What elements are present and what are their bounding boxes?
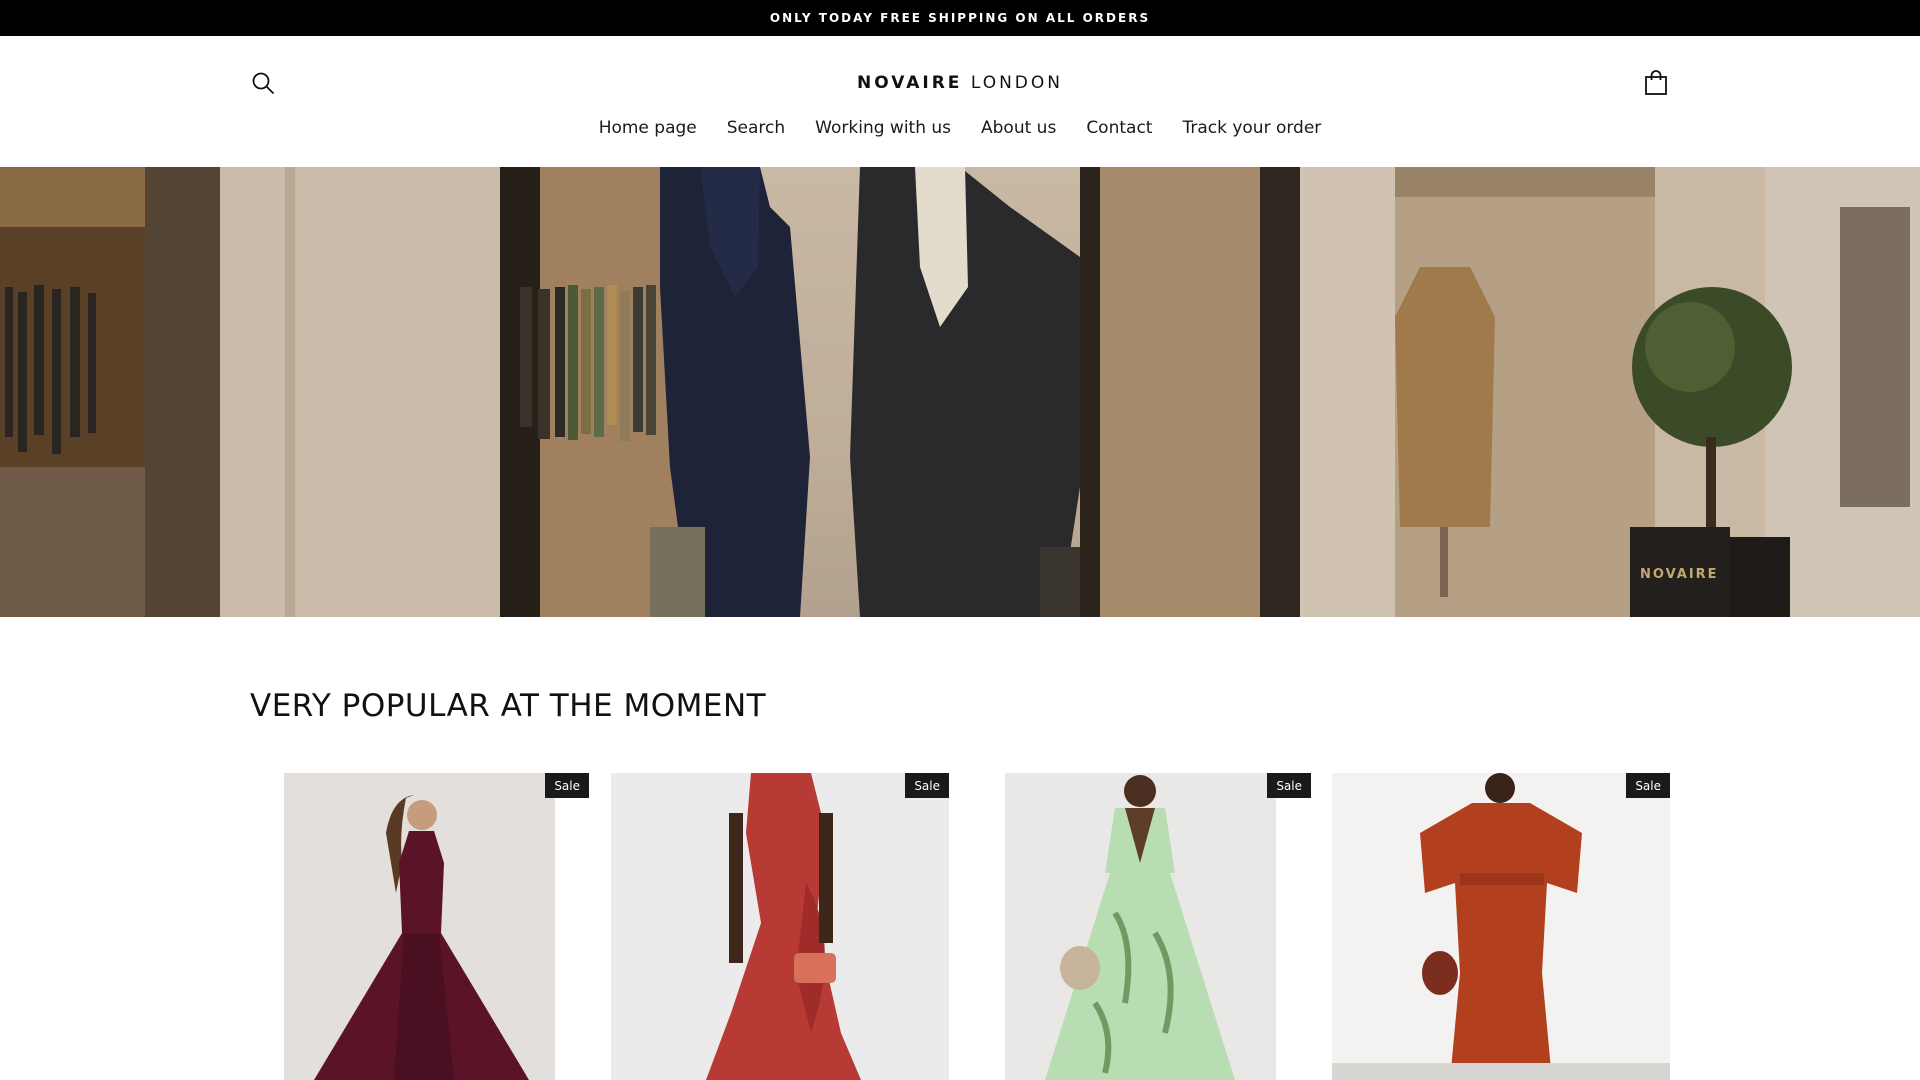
- hero-banner[interactable]: NOVAIRE: [0, 167, 1920, 617]
- product-image: [284, 773, 555, 1080]
- hero-image: [0, 167, 1920, 617]
- nav-contact[interactable]: Contact: [1086, 118, 1152, 138]
- cart-button[interactable]: [1638, 65, 1674, 101]
- nav-working-with-us[interactable]: Working with us: [815, 118, 951, 138]
- logo-brand: NOVAIRE: [857, 73, 963, 93]
- shopping-bag-icon: [1645, 70, 1667, 95]
- product-image: [1005, 773, 1276, 1080]
- product-image: [1332, 773, 1670, 1080]
- dress-image: [706, 773, 861, 1080]
- announcement-text: ONLY TODAY FREE SHIPPING ON ALL ORDERS: [769, 11, 1151, 25]
- product-card[interactable]: Sale: [611, 773, 949, 1080]
- logo-city: LONDON: [962, 73, 1063, 93]
- dress-image: [1045, 775, 1235, 1080]
- product-card[interactable]: Sale: [284, 773, 589, 1080]
- product-image: [611, 773, 949, 1080]
- sale-badge: Sale: [905, 773, 949, 798]
- announcement-bar: ONLY TODAY FREE SHIPPING ON ALL ORDERS: [0, 0, 1920, 36]
- site-header: NOVAIRE LONDON Home page Search Working …: [0, 36, 1920, 167]
- nav-track-order[interactable]: Track your order: [1182, 118, 1321, 138]
- site-logo[interactable]: NOVAIRE LONDON: [0, 73, 1920, 93]
- nav-home-page[interactable]: Home page: [599, 118, 697, 138]
- dress-image: [314, 795, 529, 1080]
- product-card[interactable]: Sale: [1005, 773, 1311, 1080]
- dress-image: [1332, 773, 1670, 1080]
- storefront-sign: NOVAIRE: [1640, 567, 1719, 582]
- product-card[interactable]: Sale: [1332, 773, 1670, 1080]
- main-nav: Home page Search Working with us About u…: [0, 118, 1920, 138]
- sale-badge: Sale: [1267, 773, 1311, 798]
- nav-about-us[interactable]: About us: [981, 118, 1056, 138]
- nav-search[interactable]: Search: [727, 118, 785, 138]
- section-title: VERY POPULAR AT THE MOMENT: [250, 688, 767, 724]
- sale-badge: Sale: [545, 773, 589, 798]
- sale-badge: Sale: [1626, 773, 1670, 798]
